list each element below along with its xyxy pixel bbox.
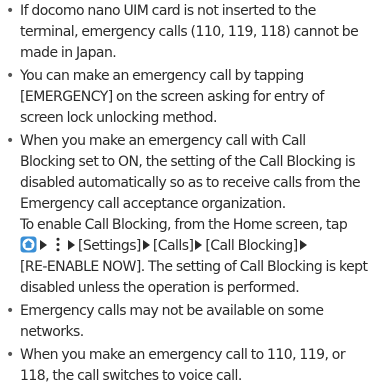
note-line: When you make an emergency call with Cal… [20, 133, 306, 149]
note-line: disabled automatically so as to receive … [20, 175, 361, 191]
note-item-network-availability: • Emergency calls may not be available o… [6, 301, 377, 343]
arrow-icon [195, 240, 203, 250]
note-line: You can make an emergency call by tappin… [20, 68, 304, 84]
note-line: Emergency call acceptance organization. [20, 196, 286, 212]
note-line: Emergency calls may not be available on … [20, 303, 324, 319]
path-step-calls: [Calls] [152, 238, 194, 254]
note-item-emergency-button: • You can make an emergency call by tapp… [6, 66, 377, 129]
path-step-settings: [Settings] [78, 238, 141, 254]
bullet-icon: • [6, 68, 14, 84]
note-line: When you make an emergency call to 110, … [20, 347, 346, 363]
bullet-icon: • [6, 347, 14, 363]
operation-path: [Settings] [Calls] [Call Blocking] [20, 236, 377, 257]
note-line: [EMERGENCY] on the screen asking for ent… [20, 89, 324, 105]
bullet-icon: • [6, 3, 14, 19]
arrow-icon [40, 240, 47, 250]
arrow-icon [142, 240, 150, 250]
arrow-icon [299, 240, 307, 250]
note-line: 118, the call switches to voice call. [20, 368, 242, 384]
arrow-icon [68, 240, 75, 250]
bullet-icon: • [6, 133, 14, 149]
home-screen-icon [20, 236, 37, 253]
note-line: terminal, emergency calls (110, 119, 118… [20, 24, 359, 40]
notes-list: • If docomo nano UIM card is not inserte… [0, 0, 381, 387]
note-line: To enable Call Blocking, from the Home s… [20, 217, 348, 233]
note-line: disabled unless the operation is perform… [20, 280, 300, 296]
path-step-reenable: [RE-ENABLE NOW] [20, 259, 141, 275]
note-line: Blocking set to ON, the setting of the C… [20, 154, 356, 170]
note-line: networks. [20, 324, 84, 340]
bullet-icon: • [6, 303, 14, 319]
note-item-voice-call: • When you make an emergency call to 110… [6, 345, 377, 387]
overflow-menu-icon [56, 237, 60, 252]
note-line: made in Japan. [20, 45, 117, 61]
note-item-call-blocking: • When you make an emergency call with C… [6, 131, 377, 299]
path-step-call-blocking: [Call Blocking] [205, 238, 298, 254]
note-line: screen lock unlocking method. [20, 110, 217, 126]
operation-path-continued: [RE-ENABLE NOW]. The setting of Call Blo… [20, 257, 377, 278]
note-line: If docomo nano UIM card is not inserted … [20, 3, 316, 19]
note-item-no-uim-card: • If docomo nano UIM card is not inserte… [6, 1, 377, 64]
note-tail-text: . The setting of Call Blocking is kept [140, 259, 368, 275]
